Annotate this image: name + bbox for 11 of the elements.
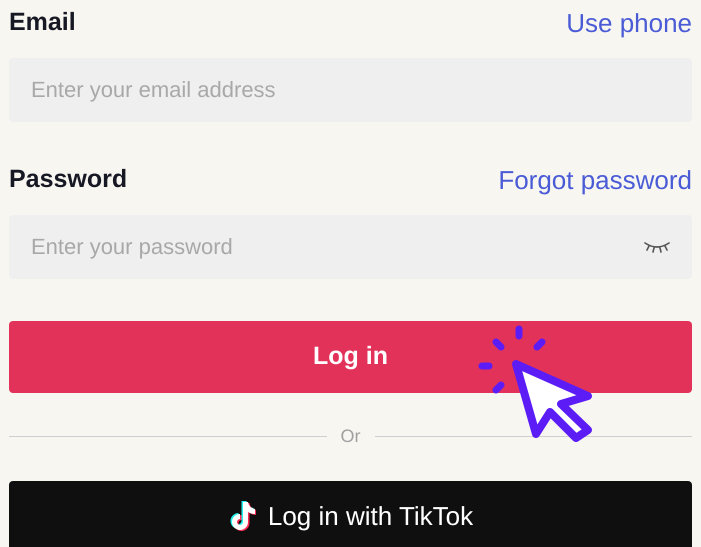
field-label: Email [9, 7, 76, 38]
input-field[interactable]: Enter your password [9, 215, 692, 279]
eye-closed-icon[interactable] [644, 241, 670, 253]
tiktok-login-button[interactable]: Log in with TikTok [9, 481, 692, 547]
login-button[interactable]: Log in [9, 321, 692, 393]
or-text: Or [340, 425, 360, 448]
music-note-icon [228, 500, 256, 532]
field-link[interactable]: Forgot password [498, 160, 692, 200]
field-label: Password [9, 164, 128, 196]
input-field[interactable]: Enter your email address [9, 58, 692, 122]
field-link[interactable]: Use phone [566, 4, 692, 42]
